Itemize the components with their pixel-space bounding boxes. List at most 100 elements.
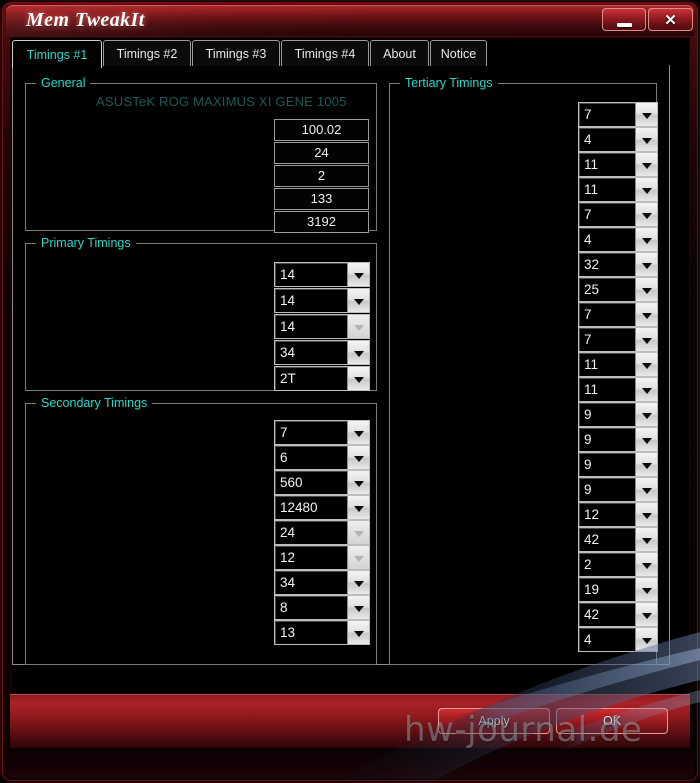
chevron-down-icon[interactable] xyxy=(635,278,657,301)
chevron-down-icon[interactable] xyxy=(635,503,657,526)
chevron-down-icon[interactable] xyxy=(347,367,369,390)
tertiary-combo-tprpden[interactable]: 2 xyxy=(578,552,658,577)
general-label-bclk: BCLK xyxy=(216,120,264,140)
primary-combo-command-rate-cr[interactable]: 2T xyxy=(274,366,370,391)
chevron-down-icon[interactable] xyxy=(635,478,657,501)
tertiary-combo-twrpden[interactable]: 42 xyxy=(578,602,658,627)
tertiary-combo-twrrd-dg[interactable]: 25 xyxy=(578,277,658,302)
chevron-down-icon[interactable] xyxy=(347,341,369,364)
tertiary-combo-trdrd-dr[interactable]: 7 xyxy=(578,302,658,327)
chevron-down-icon[interactable] xyxy=(347,596,369,619)
chevron-down-icon[interactable] xyxy=(635,103,657,126)
tab-timings-1[interactable]: Timings #1 xyxy=(12,40,102,68)
tertiary-label-tprpden: tPRPDEN xyxy=(512,552,568,566)
tertiary-label-twrwr-dr: tWRWR_dr xyxy=(505,402,568,416)
combo-value: 34 xyxy=(280,575,296,590)
chevron-down-icon[interactable] xyxy=(635,253,657,276)
tertiary-label-trdrd-dr: tRDRD_dr xyxy=(510,302,568,316)
general-label-dram-ratio: DRAM Ratio xyxy=(175,141,264,158)
tab-timings-2[interactable]: Timings #2 xyxy=(103,40,191,66)
primary-combo-ras-to-cas-delay-trcd[interactable]: 14 xyxy=(274,288,370,313)
tertiary-combo-twrwr-sg[interactable]: 7 xyxy=(578,202,658,227)
secondary-combo-trfc[interactable]: 560 xyxy=(274,470,370,495)
chevron-down-icon[interactable] xyxy=(635,353,657,376)
combo-value: 9 xyxy=(584,457,592,472)
secondary-combo-trtp: 12 xyxy=(274,545,370,570)
secondary-label-trfc: tRFC xyxy=(234,470,264,484)
chevron-down-icon[interactable] xyxy=(635,553,657,576)
title-bar[interactable]: Mem TweakIt ✕ xyxy=(6,5,694,36)
tertiary-combo-twrpre[interactable]: 42 xyxy=(578,527,658,552)
tertiary-combo-trdpre[interactable]: 12 xyxy=(578,502,658,527)
chevron-down-icon[interactable] xyxy=(347,421,369,444)
group-general-legend: General xyxy=(36,76,91,90)
secondary-combo-trefi[interactable]: 12480 xyxy=(274,495,370,520)
primary-label-cycle-time-tras: Cycle Time (tRAS) xyxy=(161,340,264,354)
chevron-down-icon[interactable] xyxy=(347,496,369,519)
secondary-label-twr: tWR xyxy=(239,520,264,534)
ok-button[interactable]: OK xyxy=(556,708,668,734)
tertiary-combo-tcpded[interactable]: 4 xyxy=(578,627,658,652)
combo-value: 12480 xyxy=(280,500,318,515)
tertiary-combo-trdwr-dg[interactable]: 11 xyxy=(578,177,658,202)
tertiary-label-twrwr-sg: tWRWR_sg xyxy=(502,202,568,216)
primary-combo-cycle-time-tras[interactable]: 34 xyxy=(274,340,370,365)
chevron-down-icon[interactable] xyxy=(635,128,657,151)
tertiary-combo-trdwr-sg[interactable]: 11 xyxy=(578,152,658,177)
secondary-combo-tfaw[interactable]: 34 xyxy=(274,570,370,595)
chevron-down-icon[interactable] xyxy=(635,303,657,326)
secondary-combo-twcl[interactable]: 13 xyxy=(274,620,370,645)
tertiary-combo-twrwr-dd[interactable]: 9 xyxy=(578,427,658,452)
tertiary-combo-trdwr-dd[interactable]: 11 xyxy=(578,377,658,402)
tertiary-combo-trdwr-dr[interactable]: 11 xyxy=(578,352,658,377)
apply-button[interactable]: Apply xyxy=(438,708,550,734)
combo-value: 9 xyxy=(584,407,592,422)
primary-label-ras-precharge-trp: RAS# Precharge (tRP) xyxy=(137,314,264,328)
chevron-down-icon[interactable] xyxy=(347,289,369,312)
tertiary-combo-twrrd-dr[interactable]: 9 xyxy=(578,452,658,477)
tertiary-combo-trdrd-sg[interactable]: 7 xyxy=(578,102,658,127)
chevron-down-icon[interactable] xyxy=(347,446,369,469)
chevron-down-icon[interactable] xyxy=(635,603,657,626)
chevron-down-icon[interactable] xyxy=(347,471,369,494)
tertiary-combo-trdpden[interactable]: 19 xyxy=(578,577,658,602)
chevron-down-icon xyxy=(347,546,369,569)
secondary-label-tfaw: tFAW xyxy=(233,570,264,584)
chevron-down-icon[interactable] xyxy=(635,378,657,401)
combo-value: 32 xyxy=(584,257,600,272)
chevron-down-icon[interactable] xyxy=(347,621,369,644)
chevron-down-icon[interactable] xyxy=(347,571,369,594)
tertiary-combo-twrwr-dg[interactable]: 4 xyxy=(578,227,658,252)
tab-notice[interactable]: Notice xyxy=(430,40,487,66)
tertiary-label-twrwr-dd: tWRWR_dd xyxy=(502,427,568,441)
chevron-down-icon[interactable] xyxy=(635,528,657,551)
tertiary-combo-twrrd-dd[interactable]: 9 xyxy=(578,477,658,502)
tertiary-combo-twrrd-sg[interactable]: 32 xyxy=(578,252,658,277)
tertiary-combo-twrwr-dr[interactable]: 9 xyxy=(578,402,658,427)
chevron-down-icon[interactable] xyxy=(635,203,657,226)
minimize-button[interactable] xyxy=(602,8,646,31)
tab-timings-3[interactable]: Timings #3 xyxy=(192,40,280,66)
chevron-down-icon[interactable] xyxy=(635,453,657,476)
combo-value: 9 xyxy=(584,432,592,447)
chevron-down-icon[interactable] xyxy=(635,403,657,426)
group-primary-legend: Primary Timings xyxy=(36,236,136,250)
chevron-down-icon[interactable] xyxy=(635,328,657,351)
chevron-down-icon[interactable] xyxy=(635,153,657,176)
secondary-combo-trrd-sg[interactable]: 7 xyxy=(274,420,370,445)
chevron-down-icon[interactable] xyxy=(635,178,657,201)
primary-combo-cas-latency-cl[interactable]: 14 xyxy=(274,262,370,287)
combo-value: 12 xyxy=(280,550,296,565)
tertiary-combo-trdrd-dd[interactable]: 7 xyxy=(578,327,658,352)
close-button[interactable]: ✕ xyxy=(648,8,693,31)
secondary-combo-tcke[interactable]: 8 xyxy=(274,595,370,620)
chevron-down-icon[interactable] xyxy=(635,578,657,601)
secondary-combo-trrd-dg[interactable]: 6 xyxy=(274,445,370,470)
tab-about[interactable]: About xyxy=(370,40,429,66)
chevron-down-icon[interactable] xyxy=(347,263,369,286)
tab-timings-4[interactable]: Timings #4 xyxy=(281,40,369,66)
tertiary-combo-trdrd-dg[interactable]: 4 xyxy=(578,127,658,152)
chevron-down-icon[interactable] xyxy=(635,628,657,651)
chevron-down-icon[interactable] xyxy=(635,228,657,251)
chevron-down-icon[interactable] xyxy=(635,428,657,451)
